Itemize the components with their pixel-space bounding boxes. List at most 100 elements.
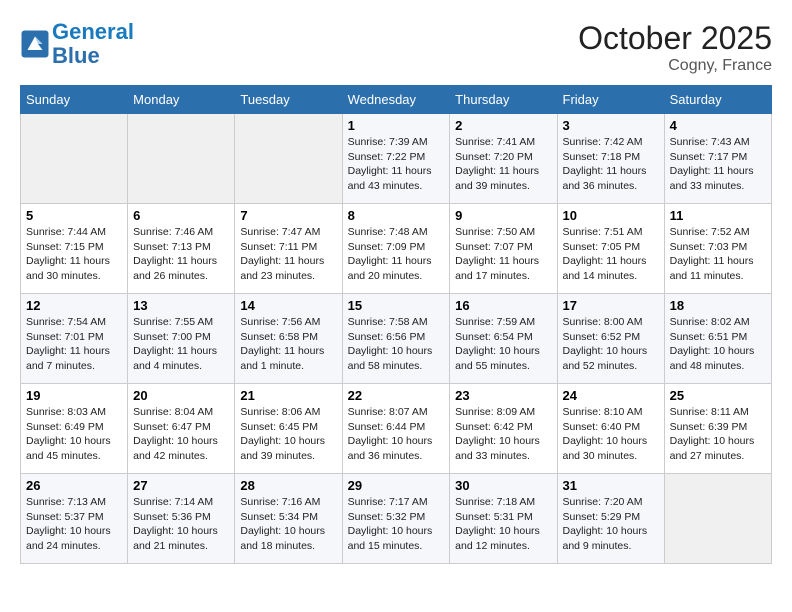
- week-row-5: 26Sunrise: 7:13 AM Sunset: 5:37 PM Dayli…: [21, 474, 772, 564]
- day-number: 4: [670, 118, 766, 133]
- day-cell: 12 Sunrise: 7:54 AM Sunset: 7:01 PM Dayli…: [21, 294, 128, 384]
- day-info: Sunrise: 8:06 AM Sunset: 6:45 PM Dayligh…: [240, 405, 336, 464]
- day-cell: 5 Sunrise: 7:44 AM Sunset: 7:15 PM Daylig…: [21, 204, 128, 294]
- day-number: 15: [348, 298, 445, 313]
- day-cell: 8Sunrise: 7:48 AM Sunset: 7:09 PM Daylig…: [342, 204, 450, 294]
- day-info: Sunrise: 7:18 AM Sunset: 5:31 PM Dayligh…: [455, 495, 551, 554]
- day-info: Sunrise: 8:07 AM Sunset: 6:44 PM Dayligh…: [348, 405, 445, 464]
- day-number: 1: [348, 118, 445, 133]
- day-info: Sunrise: 8:02 AM Sunset: 6:51 PM Dayligh…: [670, 315, 766, 374]
- day-info: Sunrise: 7:59 AM Sunset: 6:54 PM Dayligh…: [455, 315, 551, 374]
- day-info: Sunrise: 8:03 AM Sunset: 6:49 PM Dayligh…: [26, 405, 122, 464]
- week-row-3: 12 Sunrise: 7:54 AM Sunset: 7:01 PM Dayli…: [21, 294, 772, 384]
- day-number: 14: [240, 298, 336, 313]
- day-info: Sunrise: 7:39 AM Sunset: 7:22 PM Dayligh…: [348, 135, 445, 194]
- day-number: 18: [670, 298, 766, 313]
- day-info: Sunrise: 7:46 AM Sunset: 7:13 PM Dayligh…: [133, 225, 229, 284]
- logo-line1: General: [52, 19, 134, 44]
- day-number: 11: [670, 208, 766, 223]
- week-row-1: 1 Sunrise: 7:39 AM Sunset: 7:22 PM Daylig…: [21, 114, 772, 204]
- day-info: Sunrise: 7:51 AM Sunset: 7:05 PM Dayligh…: [563, 225, 659, 284]
- day-cell: 20Sunrise: 8:04 AM Sunset: 6:47 PM Dayli…: [128, 384, 235, 474]
- day-cell: 13Sunrise: 7:55 AM Sunset: 7:00 PM Dayli…: [128, 294, 235, 384]
- day-number: 24: [563, 388, 659, 403]
- day-cell: 24 Sunrise: 8:10 AM Sunset: 6:40 PM Dayli…: [557, 384, 664, 474]
- day-number: 30: [455, 478, 551, 493]
- day-number: 13: [133, 298, 229, 313]
- header-cell-friday: Friday: [557, 86, 664, 114]
- day-cell: 9Sunrise: 7:50 AM Sunset: 7:07 PM Daylig…: [450, 204, 557, 294]
- day-cell: 6Sunrise: 7:46 AM Sunset: 7:13 PM Daylig…: [128, 204, 235, 294]
- day-info: Sunrise: 7:44 AM Sunset: 7:15 PM Dayligh…: [26, 225, 122, 284]
- day-info: Sunrise: 8:00 AM Sunset: 6:52 PM Dayligh…: [563, 315, 659, 374]
- day-info: Sunrise: 7:48 AM Sunset: 7:09 PM Dayligh…: [348, 225, 445, 284]
- day-cell: 15 Sunrise: 7:58 AM Sunset: 6:56 PM Dayli…: [342, 294, 450, 384]
- page-header: General Blue October 2025 Cogny, France: [20, 20, 772, 75]
- day-number: 23: [455, 388, 551, 403]
- day-info: Sunrise: 7:47 AM Sunset: 7:11 PM Dayligh…: [240, 225, 336, 284]
- day-cell: 4 Sunrise: 7:43 AM Sunset: 7:17 PM Daylig…: [664, 114, 771, 204]
- header-cell-tuesday: Tuesday: [235, 86, 342, 114]
- day-number: 9: [455, 208, 551, 223]
- calendar-table: SundayMondayTuesdayWednesdayThursdayFrid…: [20, 85, 772, 564]
- day-info: Sunrise: 7:20 AM Sunset: 5:29 PM Dayligh…: [563, 495, 659, 554]
- day-info: Sunrise: 8:09 AM Sunset: 6:42 PM Dayligh…: [455, 405, 551, 464]
- day-number: 20: [133, 388, 229, 403]
- day-cell: 19Sunrise: 8:03 AM Sunset: 6:49 PM Dayli…: [21, 384, 128, 474]
- day-cell: [128, 114, 235, 204]
- logo-text: General Blue: [52, 20, 134, 68]
- day-info: Sunrise: 7:42 AM Sunset: 7:18 PM Dayligh…: [563, 135, 659, 194]
- day-cell: 25 Sunrise: 8:11 AM Sunset: 6:39 PM Dayli…: [664, 384, 771, 474]
- day-cell: 11 Sunrise: 7:52 AM Sunset: 7:03 PM Dayli…: [664, 204, 771, 294]
- day-number: 2: [455, 118, 551, 133]
- day-number: 21: [240, 388, 336, 403]
- week-row-4: 19Sunrise: 8:03 AM Sunset: 6:49 PM Dayli…: [21, 384, 772, 474]
- day-number: 16: [455, 298, 551, 313]
- day-info: Sunrise: 7:14 AM Sunset: 5:36 PM Dayligh…: [133, 495, 229, 554]
- day-number: 12: [26, 298, 122, 313]
- logo-line2: Blue: [52, 43, 100, 68]
- title-block: October 2025 Cogny, France: [578, 20, 772, 75]
- day-number: 26: [26, 478, 122, 493]
- header-cell-thursday: Thursday: [450, 86, 557, 114]
- day-cell: 1 Sunrise: 7:39 AM Sunset: 7:22 PM Daylig…: [342, 114, 450, 204]
- day-cell: 31 Sunrise: 7:20 AM Sunset: 5:29 PM Dayli…: [557, 474, 664, 564]
- day-cell: 23 Sunrise: 8:09 AM Sunset: 6:42 PM Dayli…: [450, 384, 557, 474]
- week-row-2: 5 Sunrise: 7:44 AM Sunset: 7:15 PM Daylig…: [21, 204, 772, 294]
- header-cell-saturday: Saturday: [664, 86, 771, 114]
- day-cell: 7Sunrise: 7:47 AM Sunset: 7:11 PM Daylig…: [235, 204, 342, 294]
- day-cell: 21 Sunrise: 8:06 AM Sunset: 6:45 PM Dayli…: [235, 384, 342, 474]
- logo: General Blue: [20, 20, 134, 68]
- day-info: Sunrise: 7:41 AM Sunset: 7:20 PM Dayligh…: [455, 135, 551, 194]
- location: Cogny, France: [578, 57, 772, 75]
- day-info: Sunrise: 8:11 AM Sunset: 6:39 PM Dayligh…: [670, 405, 766, 464]
- day-info: Sunrise: 7:52 AM Sunset: 7:03 PM Dayligh…: [670, 225, 766, 284]
- day-cell: 3Sunrise: 7:42 AM Sunset: 7:18 PM Daylig…: [557, 114, 664, 204]
- day-number: 31: [563, 478, 659, 493]
- day-number: 22: [348, 388, 445, 403]
- day-number: 5: [26, 208, 122, 223]
- day-number: 28: [240, 478, 336, 493]
- day-cell: 30 Sunrise: 7:18 AM Sunset: 5:31 PM Dayli…: [450, 474, 557, 564]
- day-cell: 26Sunrise: 7:13 AM Sunset: 5:37 PM Dayli…: [21, 474, 128, 564]
- day-cell: 16 Sunrise: 7:59 AM Sunset: 6:54 PM Dayli…: [450, 294, 557, 384]
- day-number: 27: [133, 478, 229, 493]
- day-info: Sunrise: 7:58 AM Sunset: 6:56 PM Dayligh…: [348, 315, 445, 374]
- day-info: Sunrise: 7:16 AM Sunset: 5:34 PM Dayligh…: [240, 495, 336, 554]
- header-row: SundayMondayTuesdayWednesdayThursdayFrid…: [21, 86, 772, 114]
- day-cell: 29Sunrise: 7:17 AM Sunset: 5:32 PM Dayli…: [342, 474, 450, 564]
- day-cell: [235, 114, 342, 204]
- month-title: October 2025: [578, 20, 772, 57]
- day-cell: 18 Sunrise: 8:02 AM Sunset: 6:51 PM Dayli…: [664, 294, 771, 384]
- day-info: Sunrise: 7:54 AM Sunset: 7:01 PM Dayligh…: [26, 315, 122, 374]
- header-cell-wednesday: Wednesday: [342, 86, 450, 114]
- day-number: 25: [670, 388, 766, 403]
- day-info: Sunrise: 8:10 AM Sunset: 6:40 PM Dayligh…: [563, 405, 659, 464]
- day-cell: 28 Sunrise: 7:16 AM Sunset: 5:34 PM Dayli…: [235, 474, 342, 564]
- day-number: 10: [563, 208, 659, 223]
- day-info: Sunrise: 7:43 AM Sunset: 7:17 PM Dayligh…: [670, 135, 766, 194]
- day-number: 17: [563, 298, 659, 313]
- day-cell: 17 Sunrise: 8:00 AM Sunset: 6:52 PM Dayli…: [557, 294, 664, 384]
- header-cell-monday: Monday: [128, 86, 235, 114]
- day-cell: 22 Sunrise: 8:07 AM Sunset: 6:44 PM Dayli…: [342, 384, 450, 474]
